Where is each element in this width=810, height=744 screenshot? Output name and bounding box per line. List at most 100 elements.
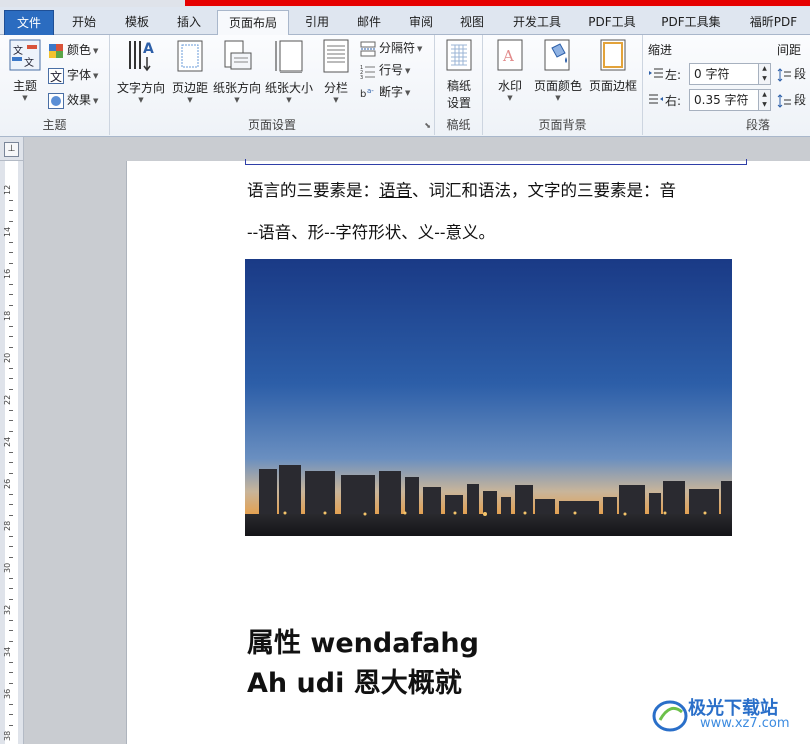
chevron-down-icon: ▼ — [405, 88, 411, 97]
draft-settings-button[interactable]: 稿纸 设置 — [439, 39, 479, 111]
chevron-down-icon: ▼ — [417, 44, 423, 53]
text-direction-icon: A — [129, 41, 154, 72]
ribbon: 文 文 主题 ▼ 颜色 ▼ 文 字体 ▼ 效果 ▼ 主题 A 文字方向 ▼ 页边… — [0, 35, 810, 137]
city-skyline-image[interactable] — [245, 259, 732, 536]
ruler-tick — [9, 210, 13, 211]
indent-left-spinner[interactable]: ▲ ▼ — [759, 63, 771, 85]
spacing-after-control[interactable]: 段 — [777, 89, 806, 111]
chevron-down-icon: ▼ — [286, 96, 292, 104]
page-borders-button[interactable]: 页面边框 — [587, 39, 639, 94]
tab-pdf-tools[interactable]: PDF工具 — [579, 10, 645, 35]
theme-group-label: 主题 — [42, 118, 67, 132]
tab-selector-button[interactable]: ⊥ — [4, 142, 19, 157]
tab-view[interactable]: 视图 — [449, 10, 495, 35]
paper-size-icon — [275, 40, 303, 74]
ruler-number: 38 — [3, 730, 12, 741]
ruler-number: 14 — [3, 226, 12, 237]
breaks-icon — [360, 41, 376, 56]
spacing-after-label: 段 — [794, 93, 807, 107]
ruler-tick — [9, 514, 13, 516]
tab-foxit-pdf[interactable]: 福昕PDF — [737, 10, 810, 35]
ruler-tick — [9, 409, 13, 411]
theme-button[interactable]: 文 文 主题 ▼ — [5, 39, 45, 103]
fonts-button[interactable]: 文 字体 ▼ — [48, 64, 98, 86]
tab-pdf-toolset[interactable]: PDF工具集 — [650, 10, 732, 35]
spacing-after-icon — [777, 93, 791, 108]
line-numbers-button[interactable]: 123 行号 ▼ — [360, 59, 410, 81]
page-borders-icon — [600, 39, 626, 71]
ruler-number: 36 — [3, 688, 12, 699]
previous-frame-border — [245, 159, 747, 165]
chevron-down-icon: ▼ — [22, 94, 28, 102]
columns-button[interactable]: 分栏 ▼ — [318, 39, 354, 105]
hyphenation-button[interactable]: b a- 断字 ▼ — [360, 81, 410, 103]
tab-templates[interactable]: 模板 — [113, 10, 161, 35]
tab-home[interactable]: 开始 — [60, 10, 108, 35]
effects-label: 效果 — [67, 93, 92, 107]
effects-button[interactable]: 效果 ▼ — [48, 89, 98, 111]
svg-text:文: 文 — [50, 69, 62, 84]
size-button[interactable]: 纸张大小 ▼ — [264, 39, 314, 105]
ruler-tick — [9, 430, 13, 432]
draft-paper-group: 稿纸 设置 稿纸 — [435, 35, 483, 135]
ruler-tick — [9, 619, 13, 621]
chevron-down-icon: ▼ — [405, 66, 411, 75]
ruler-tick — [9, 714, 13, 715]
ruler-number: 26 — [3, 478, 12, 489]
indent-right-spinner[interactable]: ▲ ▼ — [759, 89, 771, 111]
ruler-tick — [9, 493, 13, 495]
ruler-tick — [9, 367, 13, 369]
indent-right-icon — [649, 94, 663, 104]
vertical-ruler[interactable]: 12 14 16 18 20 22 24 26 28 30 32 34 36 38 — [0, 161, 24, 744]
indent-right-input[interactable]: 0.35 字符 — [689, 89, 759, 111]
tab-developer[interactable]: 开发工具 — [500, 10, 574, 35]
ruler-corner: ⊥ — [0, 137, 24, 161]
text-direction-button[interactable]: A 文字方向 ▼ — [116, 39, 166, 105]
ruler-number: 34 — [3, 646, 12, 657]
effects-icon — [48, 92, 64, 109]
tab-page-layout[interactable]: 页面布局 — [217, 10, 289, 37]
fonts-icon: 文 — [48, 67, 64, 84]
paragraph-1: 语言的三要素是：语音、词汇和语法，文字的三要素是：音 — [247, 177, 676, 201]
dialog-launcher-icon[interactable]: ⬊ — [424, 121, 431, 130]
spacing-before-icon — [777, 67, 791, 82]
ruler-tick — [9, 640, 13, 642]
tab-review[interactable]: 审阅 — [398, 10, 444, 35]
margins-label: 页边距 — [171, 81, 208, 95]
ruler-tick — [9, 661, 13, 663]
title-strip — [0, 0, 810, 7]
theme-group: 文 文 主题 ▼ 颜色 ▼ 文 字体 ▼ 效果 ▼ 主题 — [0, 35, 110, 135]
tab-insert[interactable]: 插入 — [166, 10, 212, 35]
document-page[interactable]: 语言的三要素是：语音、词汇和语法，文字的三要素是：音 --语音、形--字符形状、… — [126, 159, 810, 744]
colors-button[interactable]: 颜色 ▼ — [48, 39, 98, 61]
page-color-button[interactable]: 页面颜色 ▼ — [531, 39, 585, 103]
theme-label: 主题 — [12, 79, 37, 93]
indent-left-icon — [649, 68, 663, 78]
margins-button[interactable]: 页边距 ▼ — [168, 39, 212, 105]
watermark-button[interactable]: A 水印 ▼ — [491, 39, 529, 103]
ruler-tick — [9, 598, 13, 600]
page-color-label: 页面颜色 — [533, 79, 582, 93]
ruler-tick — [9, 577, 13, 579]
chevron-down-icon: ▼ — [333, 96, 339, 104]
ruler-number: 20 — [3, 352, 12, 363]
chevron-down-icon: ▼ — [555, 94, 561, 102]
spacing-before-control[interactable]: 段 — [777, 63, 806, 85]
indent-left-input[interactable]: 0 字符 — [689, 63, 759, 85]
site-watermark: 极光下载站 www.xz7.com — [652, 694, 807, 738]
ruler-tick — [9, 462, 13, 463]
breaks-button[interactable]: 分隔符 ▼ — [360, 37, 422, 59]
draft-paper-icon — [446, 39, 472, 71]
tab-file[interactable]: 文件 — [4, 10, 54, 36]
tab-references[interactable]: 引用 — [294, 10, 340, 35]
orientation-button[interactable]: 纸张方向 ▼ — [212, 39, 262, 105]
indent-left-control: 左: 0 字符 ▲ ▼ — [649, 63, 775, 85]
ruler-number: 22 — [3, 394, 12, 405]
ruler-tick — [9, 546, 13, 547]
columns-icon — [323, 39, 349, 73]
ruler-tick — [9, 294, 13, 295]
spacing-before-label: 段 — [794, 67, 807, 81]
page-background-group: A 水印 ▼ 页面颜色 ▼ 页面边框 页面背景 — [483, 35, 643, 135]
tab-mailings[interactable]: 邮件 — [345, 10, 393, 35]
ruler-number: 30 — [3, 562, 12, 573]
